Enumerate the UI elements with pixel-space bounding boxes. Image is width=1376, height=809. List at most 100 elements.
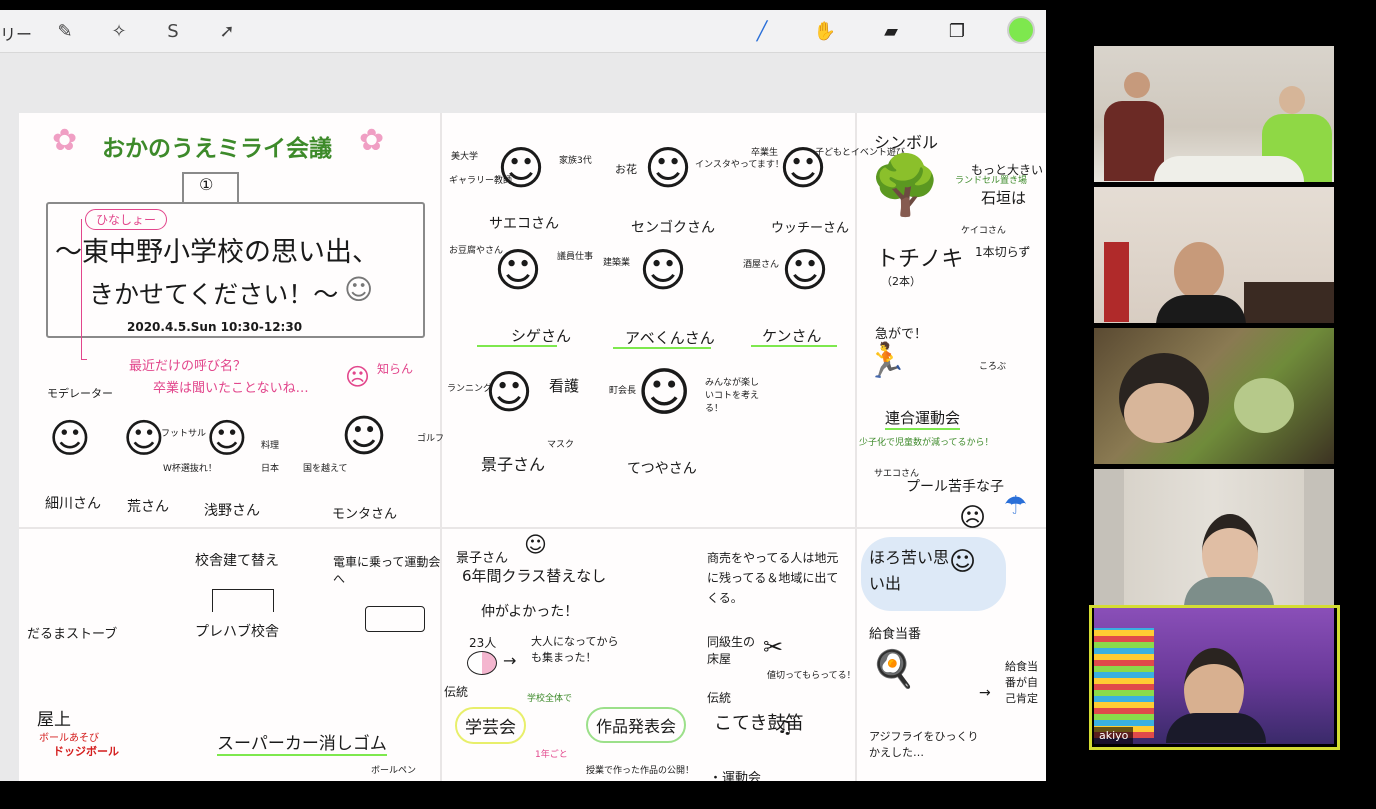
gallery-button[interactable]: リー (0, 21, 32, 45)
lunch-drawing-icon: 🍳 (871, 649, 916, 690)
umbrella-icon: ☂ (1004, 491, 1028, 521)
moderator-face-2-icon: ☺ (123, 416, 165, 462)
extra-note-2: 授業で作った作品の公開！ (586, 766, 695, 776)
bus-drawing (365, 606, 425, 632)
participant-name-3: ウッチーさん (771, 221, 850, 236)
participant-name-8: てつやさん (627, 461, 697, 477)
classmate-note: 同級生の床屋 (707, 635, 756, 666)
extra-note-1: ボールペン (371, 766, 417, 776)
undokai-note-1: 急がで！ (875, 327, 928, 342)
tradition-label-2: 伝統 (707, 691, 732, 705)
theme-line-1: 〜東中野小学校の思い出、 (55, 237, 379, 268)
p-note-6: 卒業生 (751, 148, 779, 158)
six-years-note: 6年間クラス替えなし (462, 567, 607, 585)
participant-face-5-icon: ☺ (639, 243, 687, 297)
procreate-toolbar: リー ✎ ✧ S ➚ ╱ ✋ ▰ ❐ (0, 10, 1046, 53)
moderator-face-3-icon: ☺ (206, 416, 248, 462)
participant-name-1: サエコさん (489, 216, 559, 232)
mod-note-1: フットサル (161, 429, 207, 439)
meeting-title: おかのうえミライ会議 (102, 136, 332, 162)
mod-note-4: 日本 (261, 464, 280, 474)
brush-icon[interactable]: ╱ (749, 18, 775, 44)
pink-note-3: 知らん (377, 362, 414, 376)
eraser-icon[interactable]: ▰ (878, 18, 904, 44)
participant-face-8-icon: ☺ (637, 363, 692, 423)
sign-label: ひなしょー (85, 209, 168, 230)
tree-count: （2本） (881, 275, 921, 288)
shared-screen: リー ✎ ✧ S ➚ ╱ ✋ ▰ ❐ ✿ おかのうえミライ会議 ✿ ① ひなしょ… (0, 10, 1046, 781)
symbol-title: シンボル (874, 133, 939, 152)
laughing-face-icon: ☺ (344, 273, 374, 306)
pie-drawing (467, 651, 497, 675)
pink-note-2: 卒業は聞いたことないね… (153, 381, 309, 396)
session-number: ① (199, 175, 214, 194)
mod-note-3: 料理 (261, 441, 280, 451)
participant-face-6-icon: ☺ (781, 243, 829, 297)
wrench-icon[interactable]: ✎ (52, 18, 78, 44)
moderator-face-4-icon: ☺ (341, 411, 387, 462)
event-2: 作品発表会 (586, 707, 687, 743)
p-note-1: 美大学 (451, 152, 479, 162)
lunch-duty-note: 給食当番 (869, 627, 922, 642)
participant-name-4: シゲさん (511, 327, 572, 345)
tree-name: トチノキ (876, 247, 964, 272)
video-tile-3[interactable] (1094, 328, 1334, 464)
participant-name-6: ケンさん (762, 327, 822, 345)
prefab-drawing (212, 589, 274, 612)
pink-line (81, 219, 87, 360)
moderator-face-1-icon: ☺ (49, 416, 91, 462)
p-note-3: 家族3代 (559, 156, 592, 166)
smudge-icon[interactable]: ✋ (812, 18, 838, 44)
car-ride-note: 電車に乗って運動会へ (333, 555, 441, 586)
participant-face-1-icon: ☺ (497, 141, 545, 195)
moderator-name-1: 細川さん (45, 496, 101, 512)
fry-note: アジフライをひっくりかえした… (869, 730, 979, 759)
p-note-8: お豆腐やさん (449, 246, 504, 256)
event-1: 学芸会 (455, 707, 526, 744)
prefab-note: プレハブ校舎 (195, 624, 279, 640)
same-class-note: 仲がよかった！ (481, 604, 579, 620)
participant-name-7: 景子さん (481, 455, 546, 474)
whole-school-note: 学校全体で (527, 694, 573, 704)
roof-sub-note: ボールあそび (39, 733, 99, 744)
p-note-11: 酒屋さん (743, 260, 780, 270)
dodge-note: ドッジボール (53, 745, 119, 758)
lunch-side-note: 給食当番が自己肯定 (1005, 660, 1038, 705)
shop-note: 商売をやってる人は地元に残ってる＆地域に出てくる。 (707, 551, 839, 605)
moderator-name-4: モンタさん (332, 507, 398, 522)
pool-text: プール苦手な子 (906, 479, 1004, 495)
p-note-4: お花 (615, 163, 637, 176)
layers-icon[interactable]: ❐ (944, 18, 970, 44)
participant-name-5: アベくんさん (625, 329, 715, 347)
color-picker-button[interactable] (1007, 16, 1035, 44)
p-note-2: ギャラリー教師 (449, 176, 513, 186)
drawing-canvas[interactable]: ✿ おかのうえミライ会議 ✿ ① ひなしょー 〜東中野小学校の思い出、 きかせて… (19, 113, 1046, 781)
transform-arrow-icon[interactable]: ➚ (214, 18, 240, 44)
music-note-icon: ♫ (777, 717, 794, 738)
mod-note-6: 国を越えて (303, 464, 348, 474)
p-note-16: みんなが楽しいコトを考える！ (705, 378, 760, 414)
undo-note: ・運動会 (709, 771, 762, 781)
video-tile-4[interactable] (1094, 469, 1334, 605)
p-note-12: ランニング (447, 384, 493, 394)
moderator-name-2: 荒さん (127, 499, 169, 515)
symbol-small-2: ケイコさん (961, 226, 1006, 236)
selection-icon[interactable]: S (160, 18, 186, 44)
meeting-date: 2020.4.5.Sun 10:30-12:30 (127, 320, 303, 334)
video-tile-2[interactable] (1094, 187, 1334, 323)
participant-face-7-icon: ☺ (485, 365, 533, 419)
video-tile-1[interactable] (1094, 46, 1334, 182)
magic-wand-icon[interactable]: ✧ (106, 18, 132, 44)
cheap-note: 値切ってもらってる！ (767, 671, 856, 681)
participant-name-tag: akiyo (1094, 727, 1134, 744)
participant-face-2-icon: ☺ (644, 141, 692, 195)
symbol-note-3: 1本切らず (975, 245, 1031, 259)
pink-note-1: 最近だけの呼び名？ (129, 359, 247, 374)
moderator-name-3: 浅野さん (204, 503, 260, 519)
p-note-13: 看護 (549, 377, 580, 395)
p-note-9: 議員仕事 (557, 252, 594, 262)
middle-name: 景子さん (456, 551, 509, 566)
symbol-note-2: 石垣は (981, 189, 1027, 207)
arrow-icon: → (503, 651, 517, 670)
symbol-small-1: ランドセル置き場 (955, 176, 1028, 186)
